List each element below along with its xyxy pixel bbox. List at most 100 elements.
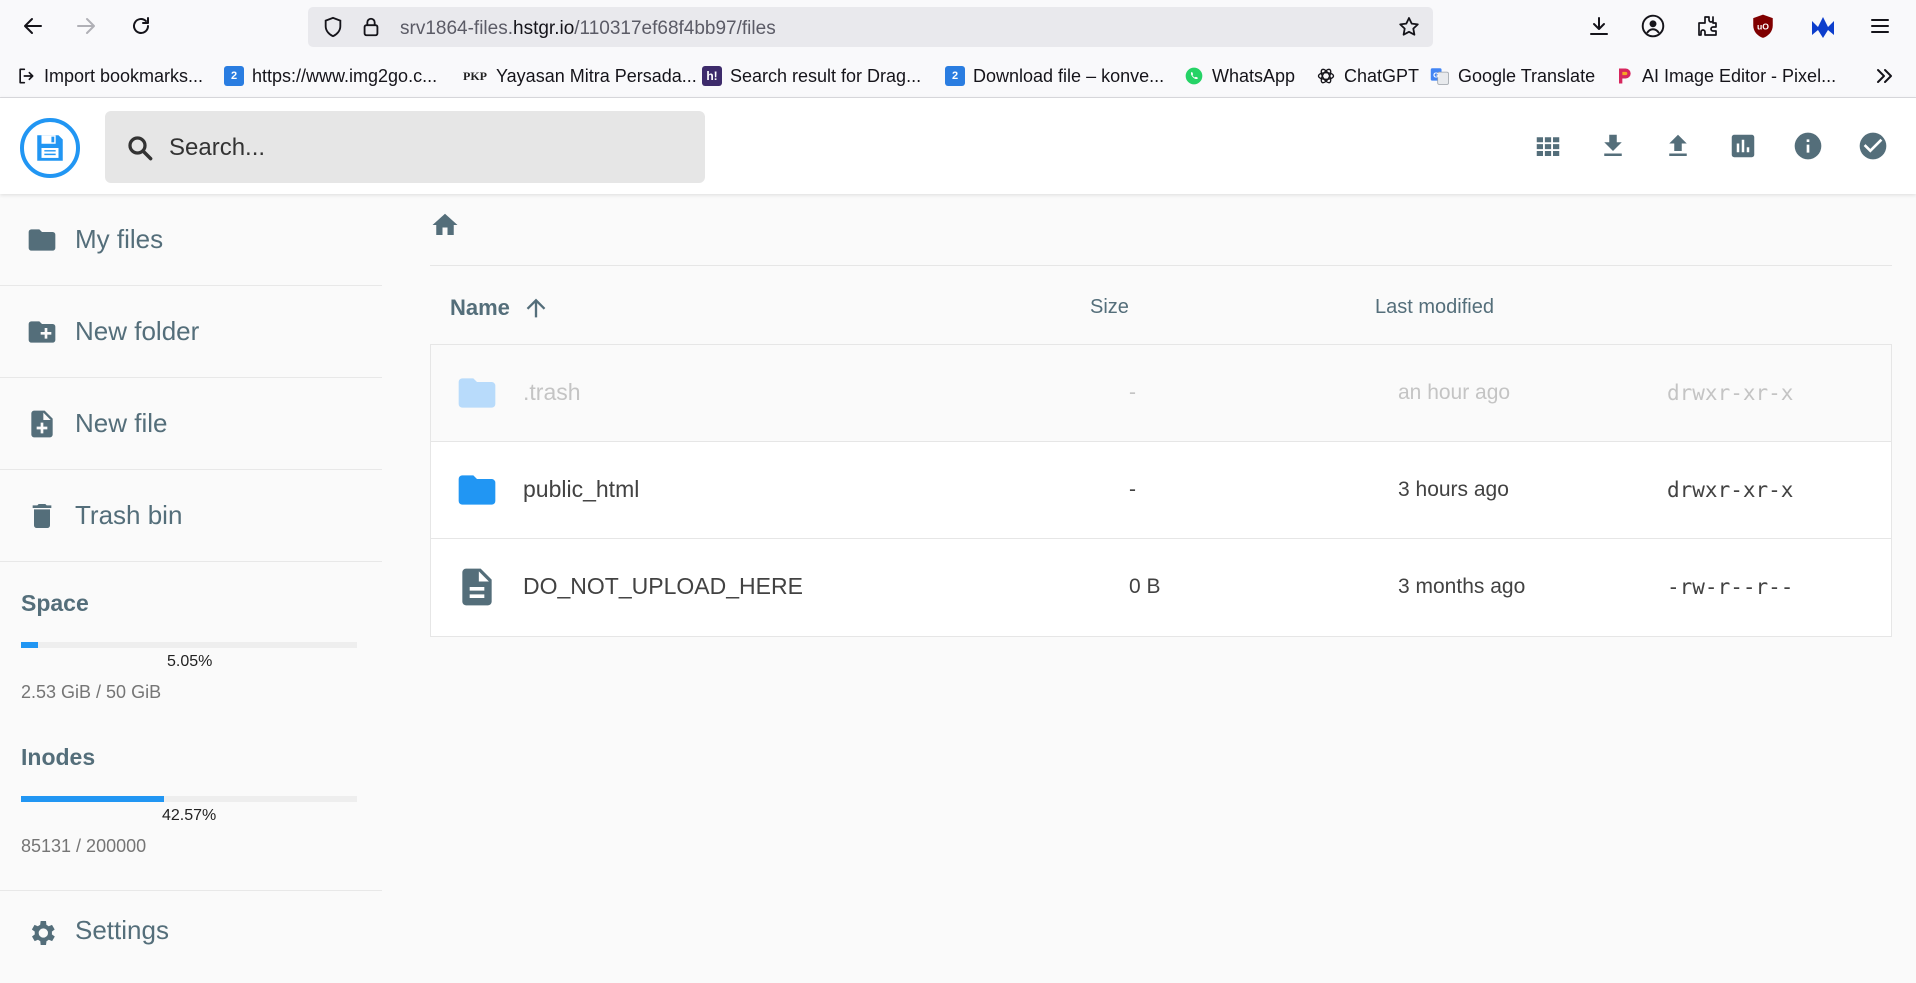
import-icon — [16, 66, 36, 86]
bookmark-star-icon[interactable] — [1397, 15, 1421, 39]
extensions-icon[interactable] — [1693, 11, 1723, 41]
sidebar-item-trash-bin[interactable]: Trash bin — [0, 470, 382, 562]
app-header — [0, 98, 1916, 194]
file-icon — [455, 565, 499, 609]
inodes-progress-fill — [21, 796, 165, 802]
bookmark-item[interactable]: AI Image Editor - Pixel... — [1614, 64, 1836, 88]
sidebar-item-new-folder[interactable]: New folder — [0, 286, 382, 378]
bookmark-item[interactable]: ChatGPT — [1316, 64, 1419, 88]
bookmark-label: AI Image Editor - Pixel... — [1642, 65, 1837, 86]
file-modified: 3 months ago — [1398, 575, 1526, 598]
list-item[interactable]: DO_NOT_UPLOAD_HERE 0 B 3 months ago -rw-… — [431, 539, 1891, 636]
bookmark-item[interactable]: 2 Download file – konve... — [945, 64, 1164, 88]
chatgpt-icon — [1316, 66, 1336, 86]
inodes-title: Inodes — [21, 744, 96, 770]
search-icon — [125, 133, 155, 163]
file-name: public_html — [523, 476, 640, 502]
file-name: DO_NOT_UPLOAD_HERE — [523, 573, 803, 599]
reload-icon[interactable] — [125, 10, 157, 42]
translate-icon: G — [1430, 66, 1450, 86]
inodes-percent: 42.57% — [162, 807, 217, 824]
browser-toolbar: srv1864-files.hstgr.io/110317ef68f4bb97/… — [0, 0, 1916, 52]
sidebar-item-label: Trash bin — [75, 500, 183, 530]
bookmark-label: Yayasan Mitra Persada... — [496, 65, 697, 86]
column-name[interactable]: Name — [450, 294, 550, 322]
column-modified[interactable]: Last modified — [1375, 296, 1494, 319]
space-title: Space — [21, 590, 89, 616]
chart-icon[interactable] — [1723, 126, 1763, 166]
folder-icon — [455, 371, 499, 415]
file-size: 0 B — [1129, 575, 1161, 598]
url-text[interactable]: srv1864-files.hstgr.io/110317ef68f4bb97/… — [400, 18, 776, 40]
search-box[interactable] — [105, 111, 705, 183]
file-permissions: drwxr-xr-x — [1667, 478, 1794, 502]
bookmark-label: WhatsApp — [1212, 65, 1296, 86]
list-item[interactable]: public_html - 3 hours ago drwxr-xr-x — [431, 442, 1891, 539]
bookmarks-bar: Import bookmarks... 2 https://www.img2go… — [0, 52, 1916, 98]
svg-text:G: G — [1433, 71, 1439, 80]
bookmark-item[interactable]: PKP Yayasan Mitra Persada... — [462, 64, 697, 88]
forward-icon[interactable] — [70, 10, 102, 42]
sidebar-item-my-files[interactable]: My files — [0, 194, 382, 286]
menu-icon[interactable] — [1865, 11, 1895, 41]
bookmark-label: Google Translate — [1458, 65, 1596, 86]
pixelcut-icon — [1614, 66, 1634, 86]
bookmark-label: Search result for Drag... — [730, 65, 922, 86]
bookmark-item[interactable]: Import bookmarks... — [16, 64, 203, 88]
file-modified: an hour ago — [1398, 381, 1511, 404]
folder-icon — [26, 224, 58, 256]
bookmark-item[interactable]: G Google Translate — [1430, 64, 1595, 88]
column-name-label: Name — [450, 295, 510, 320]
sidebar-item-new-file[interactable]: New file — [0, 378, 382, 470]
upload-icon[interactable] — [1658, 126, 1698, 166]
download-icon[interactable] — [1593, 126, 1633, 166]
inodes-usage: 85131 / 200000 — [21, 836, 147, 856]
bookmark-item[interactable]: 2 https://www.img2go.c... — [224, 64, 437, 88]
app-logo[interactable] — [20, 118, 80, 178]
h-icon: h! — [702, 66, 722, 86]
bookmark-label: ChatGPT — [1344, 65, 1420, 86]
back-icon[interactable] — [17, 10, 49, 42]
sidebar-item-settings[interactable]: Settings — [0, 891, 382, 983]
lock-icon[interactable] — [360, 16, 382, 38]
check-icon[interactable] — [1853, 126, 1893, 166]
note-add-icon — [26, 408, 58, 440]
bookmark-label: Download file – konve... — [973, 65, 1165, 86]
inodes-progress-bar — [21, 796, 357, 802]
file-permissions: -rw-r--r-- — [1667, 575, 1794, 599]
folder-icon — [455, 468, 499, 512]
bookmark-item[interactable]: h! Search result for Drag... — [702, 64, 921, 88]
file-size: - — [1129, 478, 1136, 501]
account-icon[interactable] — [1638, 11, 1668, 41]
info-icon[interactable] — [1788, 126, 1828, 166]
bookmarks-overflow-icon[interactable] — [1872, 64, 1896, 88]
search-input[interactable] — [169, 133, 689, 163]
pkp-icon: PKP — [463, 68, 487, 83]
downloads-icon[interactable] — [1584, 11, 1614, 41]
space-usage: 2.53 GiB / 50 GiB — [21, 682, 162, 702]
url-prefix: srv1864-files. — [400, 18, 513, 39]
bookmark-item[interactable]: WhatsApp — [1184, 64, 1295, 88]
file-list: .trash - an hour ago drwxr-xr-x public_h… — [430, 344, 1892, 637]
bookmark-label: Import bookmarks... — [44, 65, 204, 86]
sort-arrow-up-icon[interactable] — [522, 294, 550, 322]
malwarebytes-icon[interactable] — [1808, 11, 1838, 41]
shield-icon[interactable] — [322, 16, 344, 38]
img2go-icon: 2 — [224, 66, 244, 86]
column-size[interactable]: Size — [1090, 296, 1129, 319]
listing-header: Name Size Last modified — [430, 266, 1892, 344]
url-host: hstgr.io — [513, 18, 575, 39]
home-icon[interactable] — [430, 210, 460, 240]
img2go-icon: 2 — [945, 66, 965, 86]
space-percent: 5.05% — [167, 653, 213, 670]
space-progress-fill — [21, 642, 38, 648]
ublock-icon[interactable]: uO — [1748, 11, 1778, 41]
grid-view-icon[interactable] — [1528, 126, 1568, 166]
list-item[interactable]: .trash - an hour ago drwxr-xr-x — [431, 345, 1891, 442]
sidebar-item-label: New folder — [75, 316, 200, 346]
url-bar[interactable]: srv1864-files.hstgr.io/110317ef68f4bb97/… — [308, 7, 1433, 47]
url-path: /110317ef68f4bb97/files — [574, 18, 776, 39]
file-permissions: drwxr-xr-x — [1667, 381, 1794, 405]
space-progress-bar — [21, 642, 357, 648]
sidebar-item-label: New file — [75, 408, 168, 438]
